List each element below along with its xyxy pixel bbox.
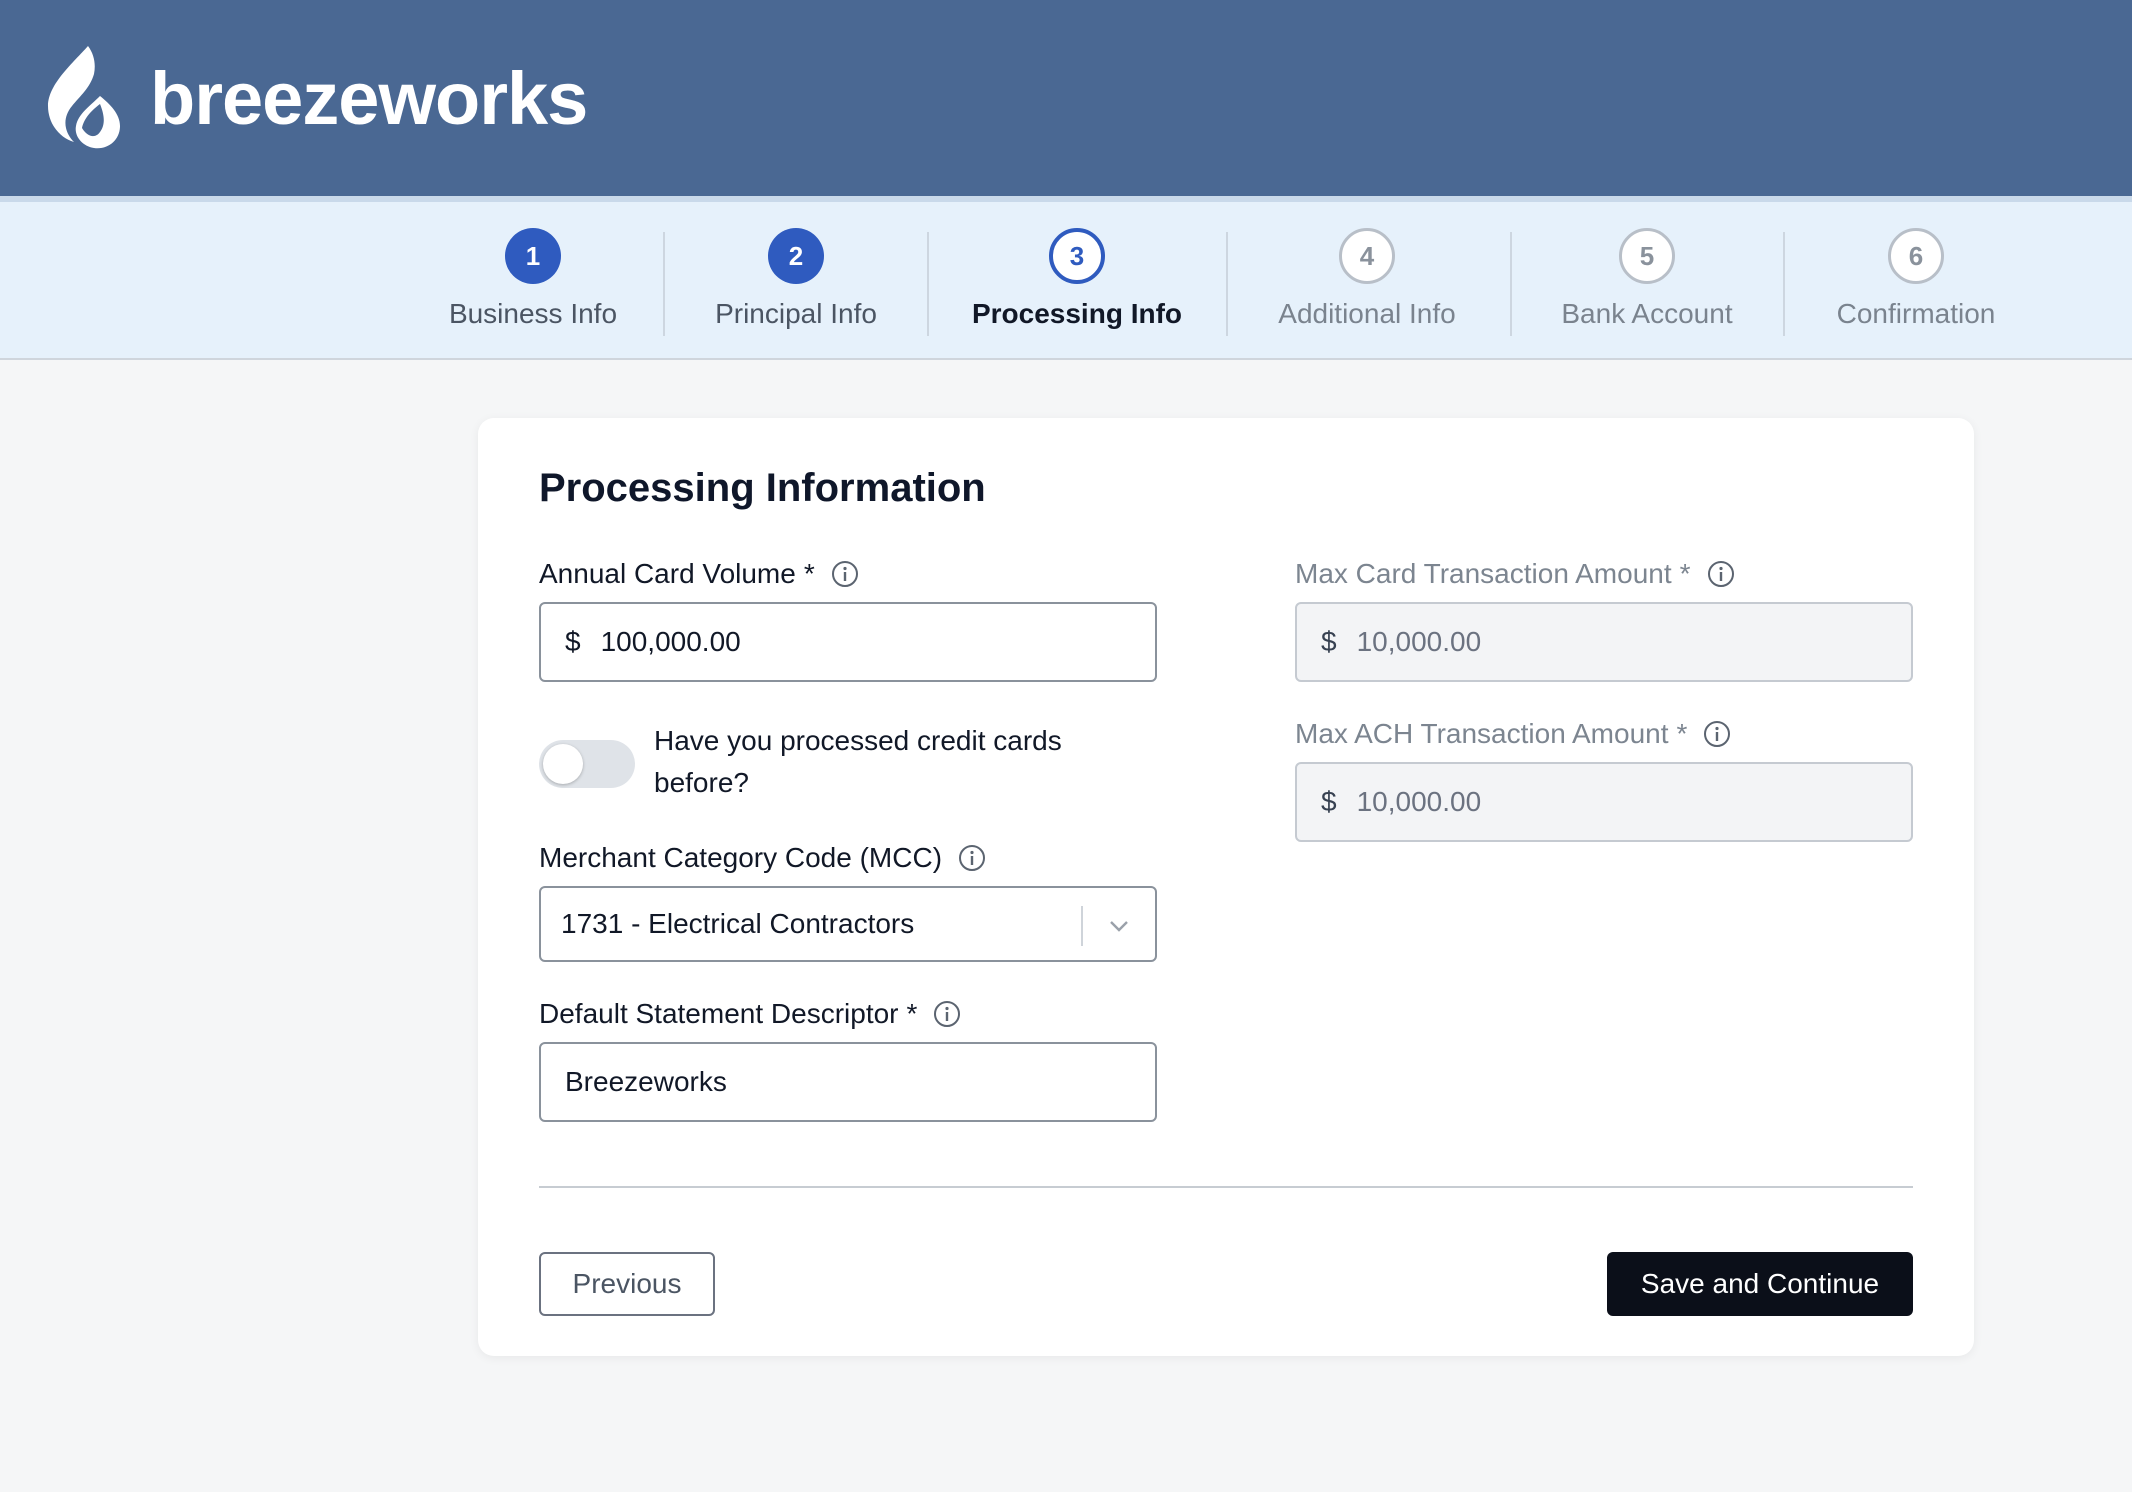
step-number: 4 [1339,228,1395,284]
step-divider [927,232,929,336]
statement-descriptor-label: Default Statement Descriptor * [539,998,961,1030]
step-label: Additional Info [1278,298,1456,329]
chevron-down-icon[interactable] [1105,912,1133,940]
step-bank-account[interactable]: 5 Bank Account [1547,202,1747,360]
brand-logo[interactable]: breezeworks [44,44,588,150]
brand-name: breezeworks [150,57,588,140]
step-processing-info[interactable]: 3 Processing Info [962,202,1192,360]
breezeworks-logo-icon [48,46,120,149]
info-icon[interactable] [933,1000,961,1028]
select-divider [1081,906,1083,946]
step-number: 6 [1888,228,1944,284]
label-text: Annual Card Volume [539,558,796,589]
processed-before-label: Have you processed credit cards before? [654,725,1062,798]
step-label: Principal Info [715,298,877,329]
step-confirmation[interactable]: 6 Confirmation [1816,202,2016,360]
label-text: Max Card Transaction Amount [1295,558,1672,589]
mcc-label: Merchant Category Code (MCC) [539,842,986,874]
label-text: Merchant Category Code (MCC) [539,842,943,873]
currency-symbol: $ [1321,626,1337,657]
step-number: 2 [768,228,824,284]
info-icon[interactable] [1707,560,1735,588]
currency-symbol: $ [1321,786,1337,817]
input-value: 10,000.00 [1356,786,1482,817]
info-icon[interactable] [831,560,859,588]
annual-card-volume-input[interactable]: $ 100,000.00 [539,602,1157,682]
label-text: Default Statement Descriptor [539,998,899,1029]
page-title: Processing Information [539,466,986,510]
selected-value: 1731 - Electrical Contractors [561,908,915,939]
step-divider [663,232,665,336]
step-number: 1 [505,228,561,284]
info-icon[interactable] [1703,720,1731,748]
step-divider [1783,232,1785,336]
toggle-knob [543,744,583,784]
mcc-select[interactable]: 1731 - Electrical Contractors [539,886,1157,962]
step-label: Processing Info [971,298,1183,329]
required-marker: * [1676,718,1688,749]
app-header: breezeworks [0,0,2132,196]
statement-descriptor-input[interactable]: Breezeworks [539,1042,1157,1122]
previous-button[interactable]: Previous [539,1252,715,1316]
step-divider [1226,232,1228,336]
step-label: Business Info [448,298,618,329]
step-label: Confirmation [1836,298,1996,329]
label-text: Max ACH Transaction Amount [1295,718,1669,749]
annual-card-volume-label: Annual Card Volume * [539,558,859,590]
step-principal-info[interactable]: 2 Principal Info [696,202,896,360]
form-divider [539,1186,1913,1188]
info-icon[interactable] [958,844,986,872]
input-value: 10,000.00 [1356,626,1482,657]
step-business-info[interactable]: 1 Business Info [433,202,633,360]
max-card-amount-label: Max Card Transaction Amount * [1295,558,1735,590]
required-marker: * [1679,558,1691,589]
step-number: 5 [1619,228,1675,284]
step-additional-info[interactable]: 4 Additional Info [1257,202,1477,360]
max-ach-amount-input[interactable]: $ 10,000.00 [1295,762,1913,842]
input-value: Breezeworks [565,1066,727,1097]
max-card-amount-input[interactable]: $ 10,000.00 [1295,602,1913,682]
input-value: 100,000.00 [600,626,741,657]
step-number: 3 [1049,228,1105,284]
processing-info-card: Processing Information Annual Card Volum… [478,418,1974,1356]
currency-symbol: $ [565,626,581,657]
step-label: Bank Account [1561,298,1733,329]
required-marker: * [906,998,918,1029]
max-ach-amount-label: Max ACH Transaction Amount * [1295,718,1731,750]
save-and-continue-button[interactable]: Save and Continue [1607,1252,1913,1316]
processed-before-toggle[interactable] [539,740,635,788]
step-divider [1510,232,1512,336]
required-marker: * [803,558,815,589]
progress-stepper: 1 Business Info 2 Principal Info 3 Proce… [0,196,2132,360]
